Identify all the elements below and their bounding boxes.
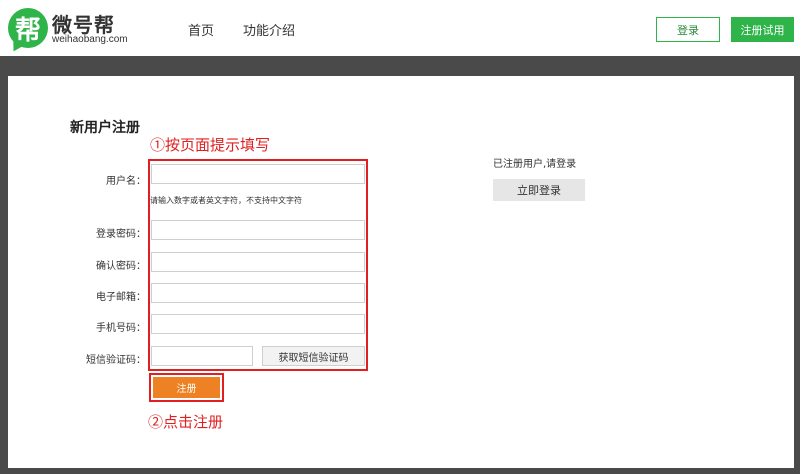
sms-code-input[interactable] [151,346,253,366]
logo-icon[interactable]: 帮 [8,8,48,48]
login-now-button[interactable]: 立即登录 [493,179,585,201]
email-input[interactable] [151,283,365,303]
watermark-text: 知乎 @微号帮 [638,433,759,454]
password-input[interactable] [151,220,365,240]
password-label: 登录密码： [96,229,146,240]
phone-label: 手机号码： [96,323,146,334]
sms-code-label: 短信验证码： [86,355,146,366]
header-register-trial-button[interactable]: 注册试用 [731,17,794,42]
username-input[interactable] [151,164,365,184]
annotation-step2: ②点击注册 [148,413,224,431]
header-login-button[interactable]: 登录 [656,17,720,42]
phone-input[interactable] [151,314,365,334]
nav-home[interactable]: 首页 [188,20,214,39]
confirm-password-label: 确认密码： [96,261,146,272]
annotation-step1: ①按页面提示填写 [150,136,271,154]
logo-domain: weihaobang.com [52,34,128,45]
form-title: 新用户注册 [70,120,140,136]
username-label: 用户名： [106,176,146,187]
top-header: 帮 微号帮 weihaobang.com 首页 功能介绍 登录 注册试用 [0,0,800,56]
confirm-password-input[interactable] [151,252,365,272]
register-submit-button[interactable]: 注册 [153,377,220,398]
nav-features[interactable]: 功能介绍 [243,20,295,39]
username-note: 请输入数字或者英文字符，不支持中文字符 [150,196,302,205]
email-label: 电子邮箱： [96,292,146,303]
registered-user-text: 已注册用户,请登录 [493,159,577,170]
get-sms-code-button[interactable]: 获取短信验证码 [262,346,365,366]
